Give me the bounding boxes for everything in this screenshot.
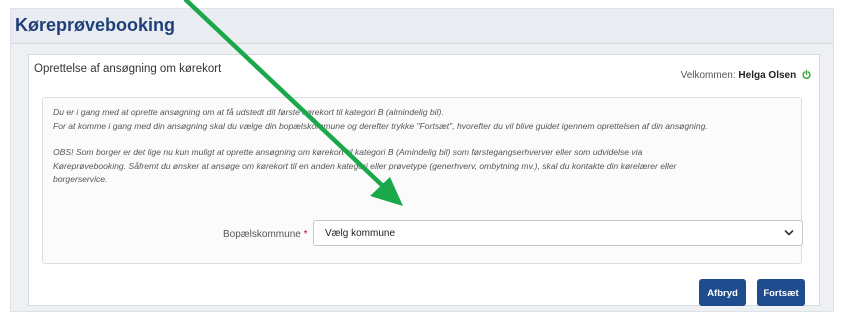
welcome-text: Velkommen: Helga Olsen (681, 70, 811, 81)
cancel-button[interactable]: Afbryd (699, 279, 746, 306)
welcome-prefix: Velkommen: (680, 70, 736, 81)
required-mark: * (303, 229, 308, 240)
chevron-down-icon (784, 230, 794, 236)
page-subtitle: Oprettelse af ansøgning om kørekort (34, 63, 222, 75)
municipality-label: Bopælskommune * (223, 229, 308, 240)
info-text: Du er i gang med at oprette ansøgning om… (53, 106, 798, 187)
info-line: For at komme i gang med din ansøgning sk… (53, 120, 708, 131)
app-header: Køreprøvebooking (11, 9, 833, 44)
app-title: Køreprøvebooking (15, 15, 176, 35)
power-icon[interactable] (802, 70, 811, 79)
info-line: borgerservice. (53, 174, 108, 184)
municipality-label-text: Bopælskommune (223, 229, 301, 240)
continue-button[interactable]: Fortsæt (757, 279, 805, 306)
info-line: Du er i gang med at oprette ansøgning om… (53, 107, 444, 117)
municipality-select-value: Vælg kommune (325, 228, 396, 239)
application-panel: Oprettelse af ansøgning om kørekort Velk… (28, 54, 820, 306)
municipality-select[interactable]: Vælg kommune (313, 220, 803, 246)
app-frame: Køreprøvebooking Oprettelse af ansøgning… (10, 8, 834, 312)
info-box: Du er i gang med at oprette ansøgning om… (42, 97, 803, 264)
info-line: OBS! Som borger er det lige nu kun mulig… (53, 147, 643, 157)
user-name: Helga Olsen (738, 70, 797, 81)
info-line: Køreprøvebooking. Såfremt du ønsker at a… (53, 160, 677, 171)
